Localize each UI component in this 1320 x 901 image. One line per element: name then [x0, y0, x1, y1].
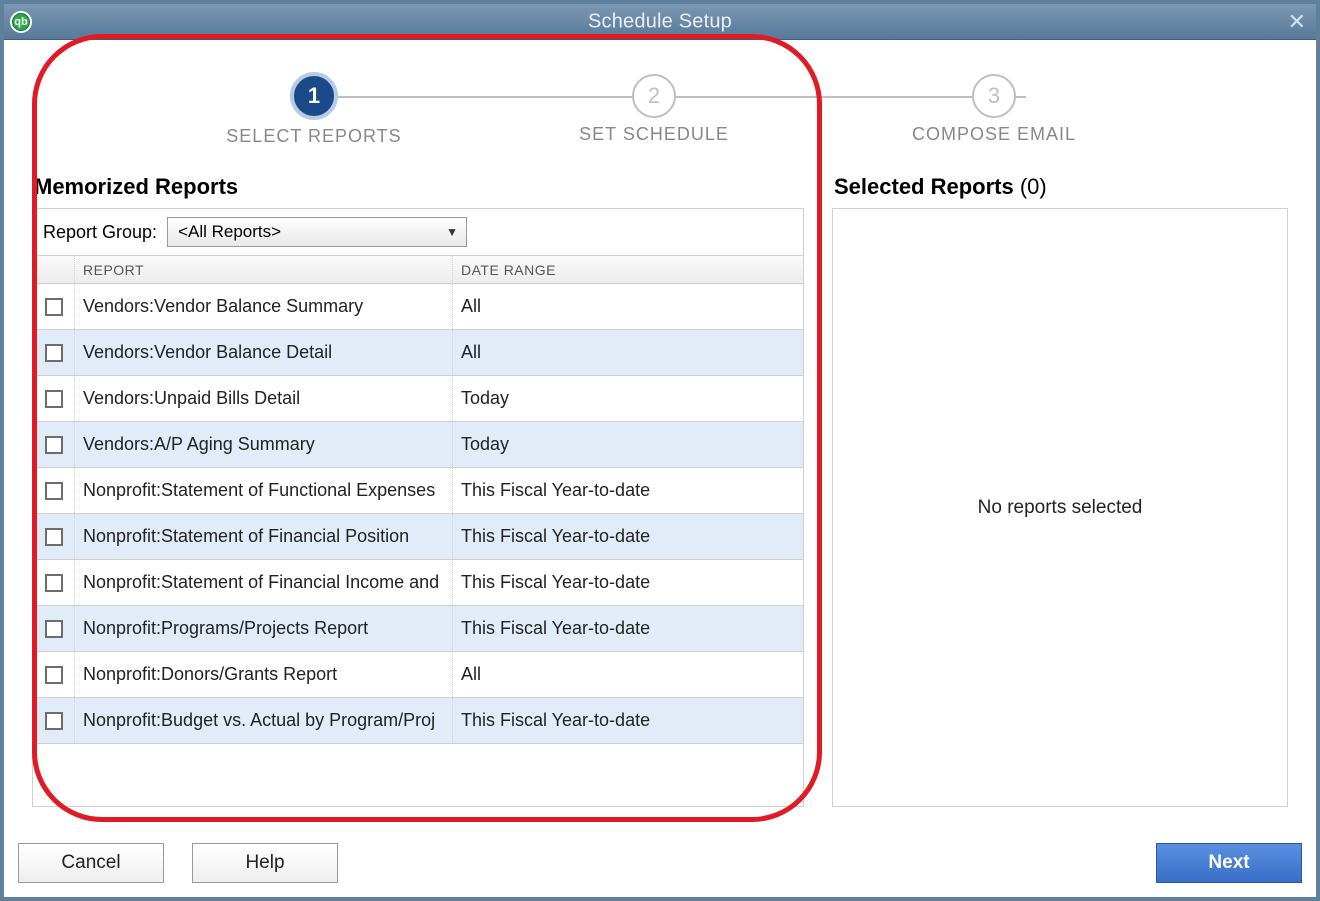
table-row[interactable]: Nonprofit:Programs/Projects ReportThis F…	[33, 606, 803, 652]
table-row[interactable]: Nonprofit:Budget vs. Actual by Program/P…	[33, 698, 803, 744]
table-row[interactable]: Nonprofit:Donors/Grants ReportAll	[33, 652, 803, 698]
step-select-reports[interactable]: 1SELECT REPORTS	[214, 76, 414, 147]
row-report-name: Vendors:A/P Aging Summary	[75, 422, 453, 467]
memorized-reports-panel: Memorized Reports Report Group: <All Rep…	[32, 174, 804, 807]
row-checkbox-cell	[33, 376, 75, 421]
report-group-label: Report Group:	[43, 222, 157, 243]
selected-reports-box: No reports selected	[832, 208, 1288, 807]
report-group-dropdown[interactable]: <All Reports> ▼	[167, 217, 467, 247]
row-checkbox-cell	[33, 468, 75, 513]
row-date-range: This Fiscal Year-to-date	[453, 560, 803, 605]
row-checkbox[interactable]	[45, 666, 63, 684]
row-report-name: Nonprofit:Programs/Projects Report	[75, 606, 453, 651]
row-date-range: Today	[453, 376, 803, 421]
row-report-name: Nonprofit:Donors/Grants Report	[75, 652, 453, 697]
row-checkbox[interactable]	[45, 482, 63, 500]
row-report-name: Vendors:Vendor Balance Summary	[75, 284, 453, 329]
row-report-name: Nonprofit:Statement of Financial Income …	[75, 560, 453, 605]
row-date-range: This Fiscal Year-to-date	[453, 514, 803, 559]
col-header-checkbox	[33, 256, 75, 283]
table-row[interactable]: Vendors:A/P Aging SummaryToday	[33, 422, 803, 468]
table-row[interactable]: Vendors:Unpaid Bills DetailToday	[33, 376, 803, 422]
row-checkbox[interactable]	[45, 344, 63, 362]
step-label: SET SCHEDULE	[554, 124, 754, 145]
step-circle: 1	[290, 72, 338, 120]
grid-body[interactable]: Vendors:Vendor Balance SummaryAllVendors…	[33, 284, 803, 806]
row-checkbox[interactable]	[45, 528, 63, 546]
row-date-range: Today	[453, 422, 803, 467]
table-row[interactable]: Nonprofit:Statement of Financial Income …	[33, 560, 803, 606]
table-row[interactable]: Vendors:Vendor Balance DetailAll	[33, 330, 803, 376]
app-icon: qb	[10, 11, 32, 33]
selected-reports-empty-text: No reports selected	[978, 497, 1143, 519]
row-checkbox[interactable]	[45, 390, 63, 408]
row-checkbox-cell	[33, 652, 75, 697]
row-checkbox[interactable]	[45, 712, 63, 730]
schedule-setup-window: qb Schedule Setup ✕ 1SELECT REPORTS2SET …	[0, 0, 1320, 901]
row-checkbox-cell	[33, 330, 75, 375]
grid-header: REPORT DATE RANGE	[33, 256, 803, 284]
row-date-range: All	[453, 330, 803, 375]
step-circle: 3	[972, 74, 1016, 118]
step-label: SELECT REPORTS	[214, 126, 414, 147]
step-set-schedule[interactable]: 2 SET SCHEDULE	[554, 76, 754, 145]
row-date-range: All	[453, 652, 803, 697]
row-report-name: Vendors:Unpaid Bills Detail	[75, 376, 453, 421]
table-row[interactable]: Nonprofit:Statement of Financial Positio…	[33, 514, 803, 560]
col-header-report[interactable]: REPORT	[75, 256, 453, 283]
row-checkbox-cell	[33, 284, 75, 329]
row-report-name: Vendors:Vendor Balance Detail	[75, 330, 453, 375]
memorized-reports-title: Memorized Reports	[34, 174, 804, 200]
report-group-filter-bar: Report Group: <All Reports> ▼	[32, 208, 804, 255]
window-title: Schedule Setup	[588, 10, 732, 33]
table-row[interactable]: Vendors:Vendor Balance SummaryAll	[33, 284, 803, 330]
next-button[interactable]: Next	[1156, 843, 1302, 883]
selected-reports-count: (0)	[1020, 174, 1047, 199]
row-checkbox-cell	[33, 422, 75, 467]
row-report-name: Nonprofit:Budget vs. Actual by Program/P…	[75, 698, 453, 743]
titlebar: qb Schedule Setup ✕	[4, 4, 1316, 40]
row-checkbox-cell	[33, 560, 75, 605]
row-checkbox-cell	[33, 698, 75, 743]
row-checkbox[interactable]	[45, 620, 63, 638]
row-report-name: Nonprofit:Statement of Functional Expens…	[75, 468, 453, 513]
row-date-range: All	[453, 284, 803, 329]
row-date-range: This Fiscal Year-to-date	[453, 698, 803, 743]
selected-reports-panel: Selected Reports (0) No reports selected	[832, 174, 1288, 807]
step-compose-email[interactable]: 3 COMPOSE EMAIL	[894, 76, 1094, 145]
footer: Cancel Help Next	[18, 843, 1302, 883]
row-report-name: Nonprofit:Statement of Financial Positio…	[75, 514, 453, 559]
selected-reports-title: Selected Reports (0)	[834, 174, 1288, 200]
row-checkbox[interactable]	[45, 298, 63, 316]
col-header-date-range[interactable]: DATE RANGE	[453, 256, 803, 283]
help-button[interactable]: Help	[192, 843, 338, 883]
reports-grid: REPORT DATE RANGE Vendors:Vendor Balance…	[32, 255, 804, 807]
row-checkbox-cell	[33, 606, 75, 651]
table-row[interactable]: Nonprofit:Statement of Functional Expens…	[33, 468, 803, 514]
report-group-value: <All Reports>	[178, 222, 281, 242]
row-date-range: This Fiscal Year-to-date	[453, 468, 803, 513]
row-checkbox[interactable]	[45, 574, 63, 592]
cancel-button[interactable]: Cancel	[18, 843, 164, 883]
row-checkbox[interactable]	[45, 436, 63, 454]
row-date-range: This Fiscal Year-to-date	[453, 606, 803, 651]
wizard-steps: 1SELECT REPORTS2SET SCHEDULE3COMPOSE EMA…	[4, 44, 1316, 162]
step-label: COMPOSE EMAIL	[894, 124, 1094, 145]
row-checkbox-cell	[33, 514, 75, 559]
chevron-down-icon: ▼	[446, 225, 458, 239]
close-icon[interactable]: ✕	[1288, 11, 1306, 33]
step-circle: 2	[632, 74, 676, 118]
